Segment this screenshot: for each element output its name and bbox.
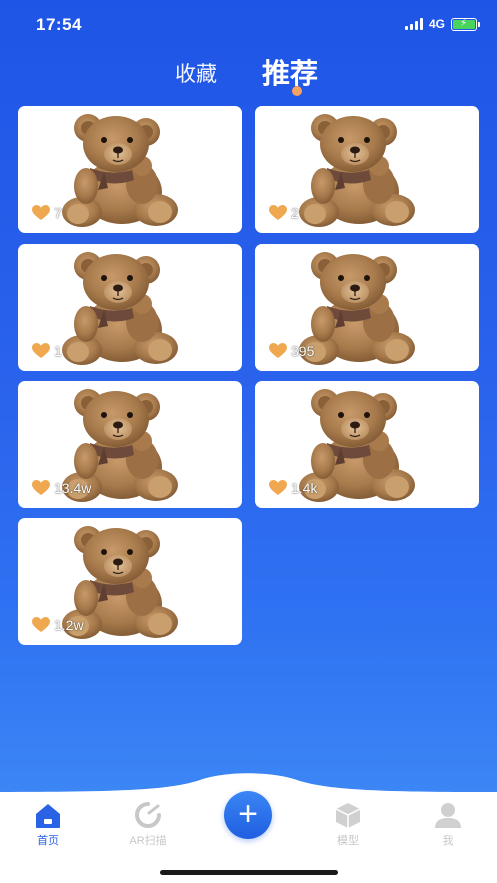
likes: 1 xyxy=(32,343,62,359)
heart-icon xyxy=(32,205,50,221)
like-count: 2 xyxy=(291,205,299,221)
heart-icon xyxy=(269,480,287,496)
screen: 17:54 4G ⚡ 收藏 推荐 7 2 1 395 13.4w 1.4k 1.… xyxy=(0,0,497,883)
likes: 395 xyxy=(269,343,314,359)
plus-icon: + xyxy=(238,794,258,833)
model-card[interactable]: 7 xyxy=(18,106,242,233)
tab-ar-scan-label: AR扫描 xyxy=(129,835,167,847)
battery-icon: ⚡ xyxy=(451,17,480,31)
tab-favorites[interactable]: 收藏 xyxy=(175,58,217,88)
home-indicator xyxy=(160,870,338,875)
likes: 1.2w xyxy=(32,617,84,633)
network-type: 4G xyxy=(428,17,445,31)
heart-icon xyxy=(32,343,50,359)
tab-ar-scan[interactable]: AR扫描 xyxy=(118,800,178,848)
teddy-bear-image xyxy=(297,110,421,231)
status-time: 17:54 xyxy=(36,15,82,34)
model-card[interactable]: 13.4w xyxy=(18,381,242,508)
add-button[interactable]: + xyxy=(224,791,272,839)
tab-home-label: 首页 xyxy=(37,835,59,847)
tab-home[interactable]: 首页 xyxy=(18,800,78,848)
like-count: 13.4w xyxy=(54,480,92,496)
model-card[interactable]: 1 xyxy=(18,244,242,371)
model-card[interactable]: 1.2w xyxy=(18,518,242,645)
teddy-bear-image xyxy=(60,110,184,231)
user-icon xyxy=(435,803,461,828)
tab-recommended[interactable]: 推荐 xyxy=(262,52,318,92)
like-count: 1.2w xyxy=(54,617,84,633)
model-card[interactable]: 2 xyxy=(255,106,479,233)
like-count: 1 xyxy=(54,343,62,359)
tab-me-label: 我 xyxy=(442,835,454,847)
top-tabs: 收藏 推荐 xyxy=(0,52,497,100)
likes: 7 xyxy=(32,205,62,221)
heart-icon xyxy=(269,205,287,221)
teddy-bear-image xyxy=(297,248,421,369)
model-card[interactable]: 1.4k xyxy=(255,381,479,508)
likes: 13.4w xyxy=(32,480,91,496)
like-count: 395 xyxy=(291,343,315,359)
tab-me[interactable]: 我 xyxy=(418,800,478,848)
tab-model[interactable]: 模型 xyxy=(318,800,378,848)
tab-model-label: 模型 xyxy=(337,835,359,847)
status-indicators: 4G ⚡ xyxy=(404,17,480,31)
signal-icon xyxy=(404,18,423,30)
likes: 1.4k xyxy=(269,480,317,496)
heart-icon xyxy=(269,343,287,359)
home-icon xyxy=(36,804,60,828)
heart-icon xyxy=(32,617,50,633)
status-bar: 17:54 4G ⚡ xyxy=(0,0,497,48)
model-cube-icon xyxy=(335,803,361,828)
like-count: 7 xyxy=(54,205,62,221)
active-tab-indicator xyxy=(292,86,302,96)
teddy-bear-image xyxy=(60,248,184,369)
ar-scan-icon xyxy=(135,802,161,828)
heart-icon xyxy=(32,480,50,496)
model-card[interactable]: 395 xyxy=(255,244,479,371)
likes: 2 xyxy=(269,205,299,221)
like-count: 1.4k xyxy=(291,480,318,496)
